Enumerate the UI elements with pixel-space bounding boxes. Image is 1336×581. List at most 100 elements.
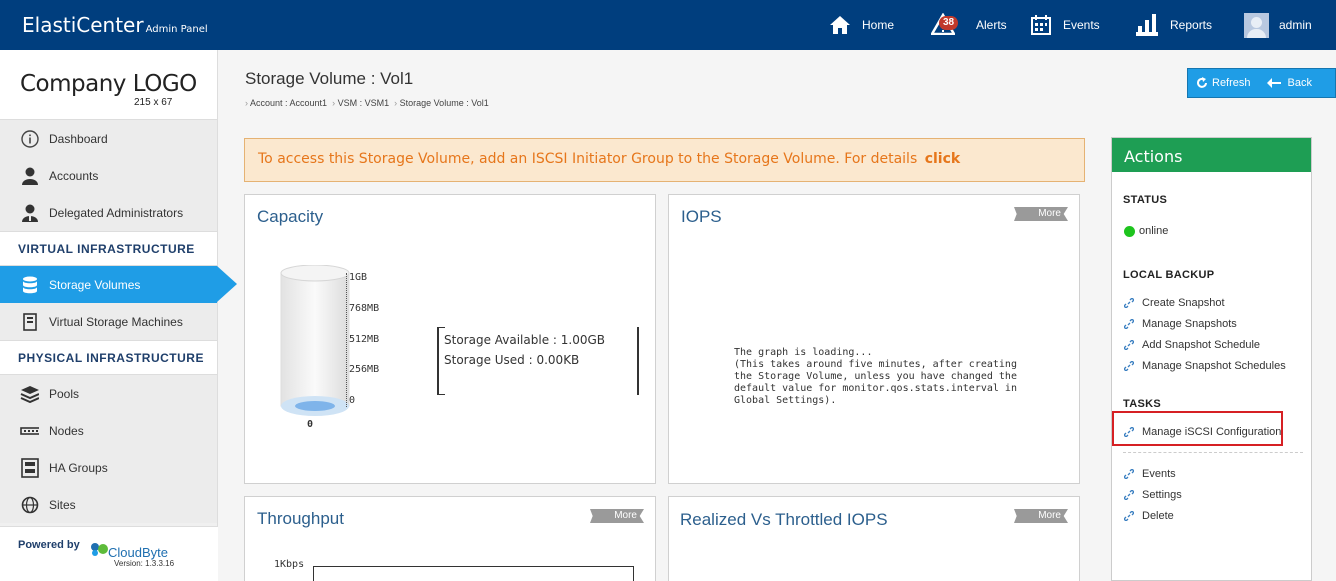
breadcrumb-item[interactable]: Account : Account1 <box>250 98 327 108</box>
capacity-tick: 512MB <box>349 334 380 345</box>
refresh-icon <box>1197 77 1207 88</box>
sidebar-item-label: Pools <box>49 386 80 401</box>
link-icon <box>1124 319 1134 329</box>
avatar <box>1244 12 1269 38</box>
divider <box>1123 452 1303 453</box>
section-virtual-infrastructure: VIRTUAL INFRASTRUCTURE <box>0 231 217 266</box>
capacity-tick: 1GB <box>349 272 368 283</box>
back-button[interactable]: Back <box>1266 77 1312 89</box>
brand[interactable]: ElastiCenter Admin Panel <box>22 13 208 37</box>
database-icon <box>20 275 39 294</box>
top-buttons: Refresh Back <box>1187 68 1336 98</box>
sidebar: Company LOGO 215 x 67 Dashboard Accounts… <box>0 50 237 581</box>
iops-more-button[interactable]: More <box>1014 207 1068 221</box>
realized-more-button[interactable]: More <box>1014 509 1068 523</box>
refresh-label: Refresh <box>1212 77 1251 89</box>
arrow-left-icon <box>1266 78 1281 88</box>
capacity-tick: 256MB <box>349 364 380 375</box>
sidebar-item-nodes[interactable]: Nodes <box>0 412 217 449</box>
sidebar-item-virtual-storage-machines[interactable]: Virtual Storage Machines <box>0 303 217 340</box>
nav-events-label: Events <box>1063 18 1100 32</box>
alert-icon: 38 <box>929 12 967 38</box>
throughput-plot-area <box>313 566 634 581</box>
sidebar-item-sites[interactable]: Sites <box>0 486 217 523</box>
sidebar-item-ha-groups[interactable]: HA Groups <box>0 449 217 486</box>
iscsi-alert: To access this Storage Volume, add an IS… <box>244 138 1085 182</box>
user-icon <box>20 166 39 185</box>
nav-alerts[interactable]: 38 Alerts <box>929 0 1007 50</box>
nav-reports-label: Reports <box>1170 18 1213 32</box>
refresh-button[interactable]: Refresh <box>1196 77 1251 89</box>
capacity-tick: 0 <box>349 395 356 406</box>
top-header: ElastiCenter Admin Panel Home 38 Alerts E… <box>0 0 1336 50</box>
cloudbyte-brand: CloudByte <box>108 545 168 560</box>
sidebar-item-label: Sites <box>49 497 76 512</box>
tasks-header: TASKS <box>1123 398 1161 410</box>
nav-events[interactable]: Events <box>1031 0 1100 50</box>
link-icon <box>1124 490 1134 500</box>
sidebar-item-accounts[interactable]: Accounts <box>0 157 217 194</box>
capacity-title: Capacity <box>257 207 324 226</box>
section-physical-infrastructure: PHYSICAL INFRASTRUCTURE <box>0 340 217 375</box>
action-label: Manage Snapshots <box>1142 318 1237 330</box>
iops-card: IOPS More The graph is loading... (This … <box>668 194 1080 484</box>
version: Version: 1.3.3.16 <box>114 559 175 568</box>
nav-home-label: Home <box>862 18 895 32</box>
capacity-cylinder <box>280 265 350 416</box>
sidebar-item-delegated-administrators[interactable]: Delegated Administrators <box>0 194 217 231</box>
back-label: Back <box>1287 77 1312 89</box>
alert-click-link[interactable]: click <box>925 151 961 167</box>
breadcrumb-item[interactable]: Storage Volume : Vol1 <box>400 98 489 108</box>
settings-link[interactable]: Settings <box>1124 489 1182 501</box>
sidebar-item-dashboard[interactable]: Dashboard <box>0 120 217 157</box>
create-snapshot-link[interactable]: Create Snapshot <box>1124 297 1225 309</box>
globe-icon <box>20 495 39 514</box>
home-icon <box>830 16 850 34</box>
logo-size: 215 x 67 <box>134 97 173 108</box>
powered-label: Powered by <box>18 539 80 551</box>
brand-name: ElastiCenter <box>22 13 144 37</box>
actions-panel: Actions STATUS online LOCAL BACKUP Creat… <box>1111 137 1312 581</box>
status-text: online <box>1139 225 1169 237</box>
server-icon <box>20 312 39 331</box>
sidebar-item-pools[interactable]: Pools <box>0 375 217 412</box>
events-link[interactable]: Events <box>1124 468 1176 480</box>
nav-alerts-label: Alerts <box>976 18 1007 32</box>
user-menu[interactable]: admin <box>1244 0 1312 50</box>
nav-reports[interactable]: Reports <box>1136 0 1212 50</box>
throughput-more-button[interactable]: More <box>590 509 644 523</box>
link-icon <box>1124 340 1134 350</box>
cloudbyte-logo-icon <box>88 541 110 562</box>
breadcrumb-item[interactable]: VSM : VSM1 <box>338 98 390 108</box>
logo-text: Company LOGO <box>20 71 197 97</box>
storage-available: Storage Available : 1.00GB <box>444 333 606 347</box>
realized-card: Realized Vs Throttled IOPS More <box>668 496 1080 581</box>
action-label: Delete <box>1142 510 1174 522</box>
powered-by: Powered by CloudByte Version: 1.3.3.16 <box>0 526 218 581</box>
add-snapshot-schedule-link[interactable]: Add Snapshot Schedule <box>1124 339 1260 351</box>
link-icon <box>1124 469 1134 479</box>
capacity-value-label: 0 <box>307 419 314 430</box>
admin-user-icon <box>20 203 39 222</box>
page-title: Storage Volume : Vol1 <box>245 69 414 88</box>
delete-link[interactable]: Delete <box>1124 510 1174 522</box>
manage-snapshots-link[interactable]: Manage Snapshots <box>1124 318 1237 330</box>
actions-title: Actions <box>1112 138 1311 172</box>
breadcrumb: › Account : Account1 › VSM : VSM1 › Stor… <box>245 98 489 108</box>
capacity-axis <box>346 273 347 407</box>
alert-text: To access this Storage Volume, add an IS… <box>258 151 918 167</box>
manage-snapshot-schedules-link[interactable]: Manage Snapshot Schedules <box>1124 360 1286 372</box>
nav-home[interactable]: Home <box>830 0 894 50</box>
sidebar-item-label: Storage Volumes <box>49 277 141 292</box>
sidebar-item-storage-volumes[interactable]: Storage Volumes <box>0 266 237 303</box>
calendar-icon <box>1031 15 1051 35</box>
realized-title: Realized Vs Throttled IOPS <box>680 510 888 529</box>
throughput-tick: 1Kbps <box>274 559 305 570</box>
status-header: STATUS <box>1123 194 1168 206</box>
sidebar-item-label: Virtual Storage Machines <box>49 314 183 329</box>
action-label: Manage Snapshot Schedules <box>1142 360 1286 372</box>
link-icon <box>1124 361 1134 371</box>
action-label: Create Snapshot <box>1142 297 1225 309</box>
user-name: admin <box>1279 18 1312 32</box>
sidebar-item-label: Dashboard <box>49 131 108 146</box>
